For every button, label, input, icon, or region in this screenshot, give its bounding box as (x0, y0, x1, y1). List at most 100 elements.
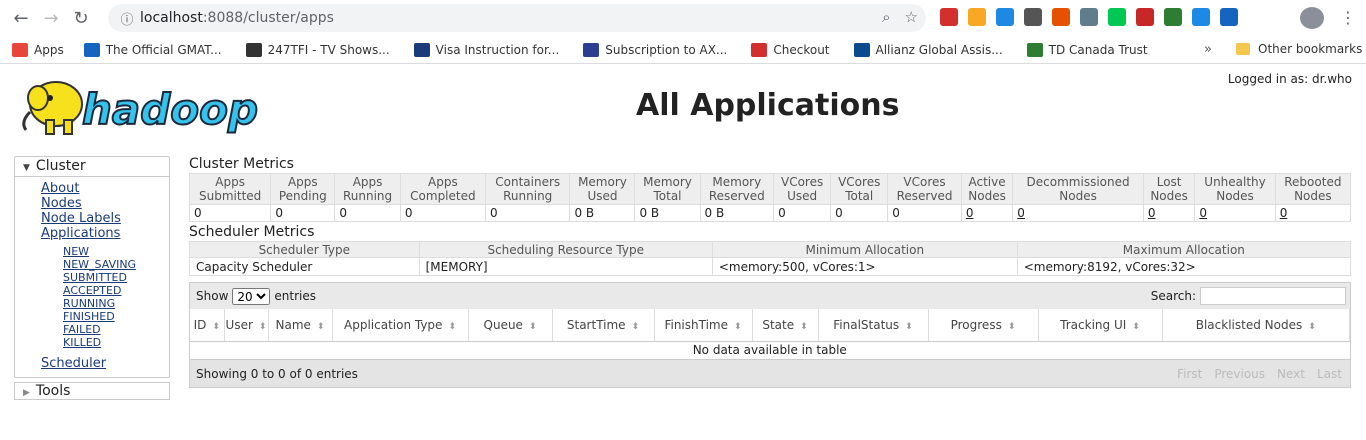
state-link-new[interactable]: NEW (63, 245, 169, 258)
column-header-application-type[interactable]: Application Type ⬍ (332, 309, 469, 342)
profile-avatar[interactable] (1300, 7, 1324, 29)
metric-value-cell: 0 (887, 204, 962, 222)
bookmark-item[interactable]: Visa Instruction for... (413, 42, 559, 57)
state-link-failed[interactable]: FAILED (63, 323, 169, 336)
extension-icon[interactable] (1024, 8, 1042, 26)
column-header-starttime[interactable]: StartTime ⬍ (552, 309, 655, 342)
metric-value-link[interactable]: 0 (1280, 206, 1288, 220)
scheduler-header: Scheduler Type (189, 241, 420, 258)
sidebar-link-applications[interactable]: Applications (41, 226, 169, 241)
metric-header-line: Reserved (896, 189, 953, 203)
sidebar-link-node-labels[interactable]: Node Labels (41, 211, 169, 226)
column-header-finalstatus[interactable]: FinalStatus ⬍ (818, 309, 929, 342)
info-icon[interactable]: ⓘ (114, 9, 140, 28)
metric-header-line: Submitted (199, 189, 262, 203)
extension-icon[interactable] (1136, 8, 1154, 26)
bookmarks-overflow-icon[interactable]: » (1204, 42, 1212, 57)
back-arrow-icon[interactable]: ← (6, 3, 36, 33)
metric-value: 0 B (704, 206, 725, 220)
url-host: localhost (140, 10, 203, 26)
extension-icon[interactable] (1080, 8, 1098, 26)
address-bar[interactable]: ⓘ localhost:8088/cluster/apps ⌕ ☆ (108, 4, 926, 32)
metric-value-cell: 0 (270, 204, 336, 222)
column-header-blacklisted-nodes[interactable]: Blacklisted Nodes ⬍ (1162, 309, 1350, 342)
pager-last-button[interactable]: Last (1317, 367, 1342, 381)
state-link-finished[interactable]: FINISHED (63, 310, 169, 323)
hadoop-logo[interactable]: hadoop (16, 72, 284, 142)
metric-value-link[interactable]: 0 (1148, 206, 1156, 220)
column-header-finishtime[interactable]: FinishTime ⬍ (654, 309, 753, 342)
state-link-killed[interactable]: KILLED (63, 336, 169, 349)
metric-value: 0 (275, 206, 283, 220)
applications-table-wrapper: Show 20 entries Search: ID ⬍ User ⬍ Name ⬍ App… (189, 282, 1351, 388)
metric-value-link[interactable]: 0 (966, 206, 974, 220)
column-header-state[interactable]: State ⬍ (752, 309, 819, 342)
bookmark-item[interactable]: 247TFI - TV Shows... (245, 42, 390, 57)
bookmark-item[interactable]: Apps (12, 42, 64, 57)
state-link-running[interactable]: RUNNING (63, 297, 169, 310)
search-input[interactable] (1200, 287, 1346, 305)
metric-value-cell: 0 B (634, 204, 701, 222)
scheduler-value: Capacity Scheduler (189, 257, 420, 276)
extension-icon[interactable] (968, 8, 986, 26)
column-header-progress[interactable]: Progress ⬍ (928, 309, 1039, 342)
bookmark-item[interactable]: Allianz Global Assis... (853, 42, 1003, 57)
metric-value-cell: 0 (1012, 204, 1144, 222)
metric-value-cell: 0 (1142, 204, 1196, 222)
extension-icon[interactable] (940, 8, 958, 26)
forward-arrow-icon[interactable]: → (36, 3, 66, 33)
extension-icon[interactable] (1052, 8, 1070, 26)
state-link-submitted[interactable]: SUBMITTED (63, 271, 169, 284)
sidebar-link-about[interactable]: About (41, 181, 169, 196)
pager-previous-button[interactable]: Previous (1214, 367, 1265, 381)
bookmark-item[interactable]: The Official GMAT... (83, 42, 222, 57)
bookmark-item[interactable]: Subscription to AX... (583, 42, 728, 57)
bookmark-favicon-icon (83, 42, 100, 57)
extension-icon[interactable] (996, 8, 1014, 26)
column-header-label: State (762, 317, 795, 332)
metric-value-cell: 0 (1274, 204, 1352, 222)
reload-icon[interactable]: ↻ (66, 3, 96, 33)
pager-first-button[interactable]: First (1177, 367, 1202, 381)
zoom-icon[interactable]: ⌕ (882, 8, 890, 26)
browser-toolbar: ← → ↻ ⓘ localhost:8088/cluster/apps ⌕ ☆ … (0, 0, 1366, 36)
column-header-id[interactable]: ID ⬍ (190, 309, 225, 342)
extension-icon[interactable] (1192, 8, 1210, 26)
extension-icon[interactable] (1220, 8, 1238, 26)
bookmark-label: Subscription to AX... (605, 42, 728, 57)
tools-panel[interactable]: ▶ Tools (14, 382, 170, 400)
metric-value-cell: 0 (188, 204, 272, 222)
metric-header-line: Running (342, 189, 393, 203)
metric-header-line: Apps (287, 175, 318, 189)
page-size-select[interactable]: 20 (232, 287, 271, 305)
other-bookmarks[interactable]: Other bookmarks (1236, 42, 1362, 56)
sidebar-link-scheduler[interactable]: Scheduler (41, 356, 169, 371)
metric-header-line: Nodes (1150, 189, 1188, 203)
metric-value-cell: 0 B (699, 204, 775, 222)
menu-dots-icon[interactable]: ⋮ (1340, 8, 1356, 27)
bookmark-item[interactable]: Checkout (751, 42, 830, 57)
metric-header-line: Rebooted (1284, 175, 1342, 189)
pager-next-button[interactable]: Next (1277, 367, 1305, 381)
scheduler-metrics-title: Scheduler Metrics (189, 224, 315, 240)
column-header-tracking-ui[interactable]: Tracking UI ⬍ (1038, 309, 1163, 342)
metric-value-link[interactable]: 0 (1017, 206, 1025, 220)
bookmark-item[interactable]: TD Canada Trust (1026, 42, 1148, 57)
state-link-new-saving[interactable]: NEW_SAVING (63, 258, 169, 271)
metric-header-line: Apps (352, 175, 383, 189)
sort-icon: ⬍ (1308, 321, 1316, 332)
cluster-header[interactable]: ▼ Cluster (15, 157, 169, 177)
sort-icon: ⬍ (733, 321, 742, 332)
column-header-name[interactable]: Name ⬍ (268, 309, 333, 342)
state-link-accepted[interactable]: ACCEPTED (63, 284, 169, 297)
column-header-label: Progress (950, 317, 1002, 332)
column-header-user[interactable]: User ⬍ (224, 309, 269, 342)
column-header-label: ID (193, 317, 207, 332)
extension-icon[interactable] (1164, 8, 1182, 26)
sidebar-link-nodes[interactable]: Nodes (41, 196, 169, 211)
metric-value-link[interactable]: 0 (1199, 206, 1207, 220)
star-icon[interactable]: ☆ (905, 8, 918, 26)
main-content: Cluster Metrics Apps Submitted Apps Pending… (188, 156, 1352, 388)
extension-icon[interactable] (1108, 8, 1126, 26)
column-header-queue[interactable]: Queue ⬍ (468, 309, 553, 342)
